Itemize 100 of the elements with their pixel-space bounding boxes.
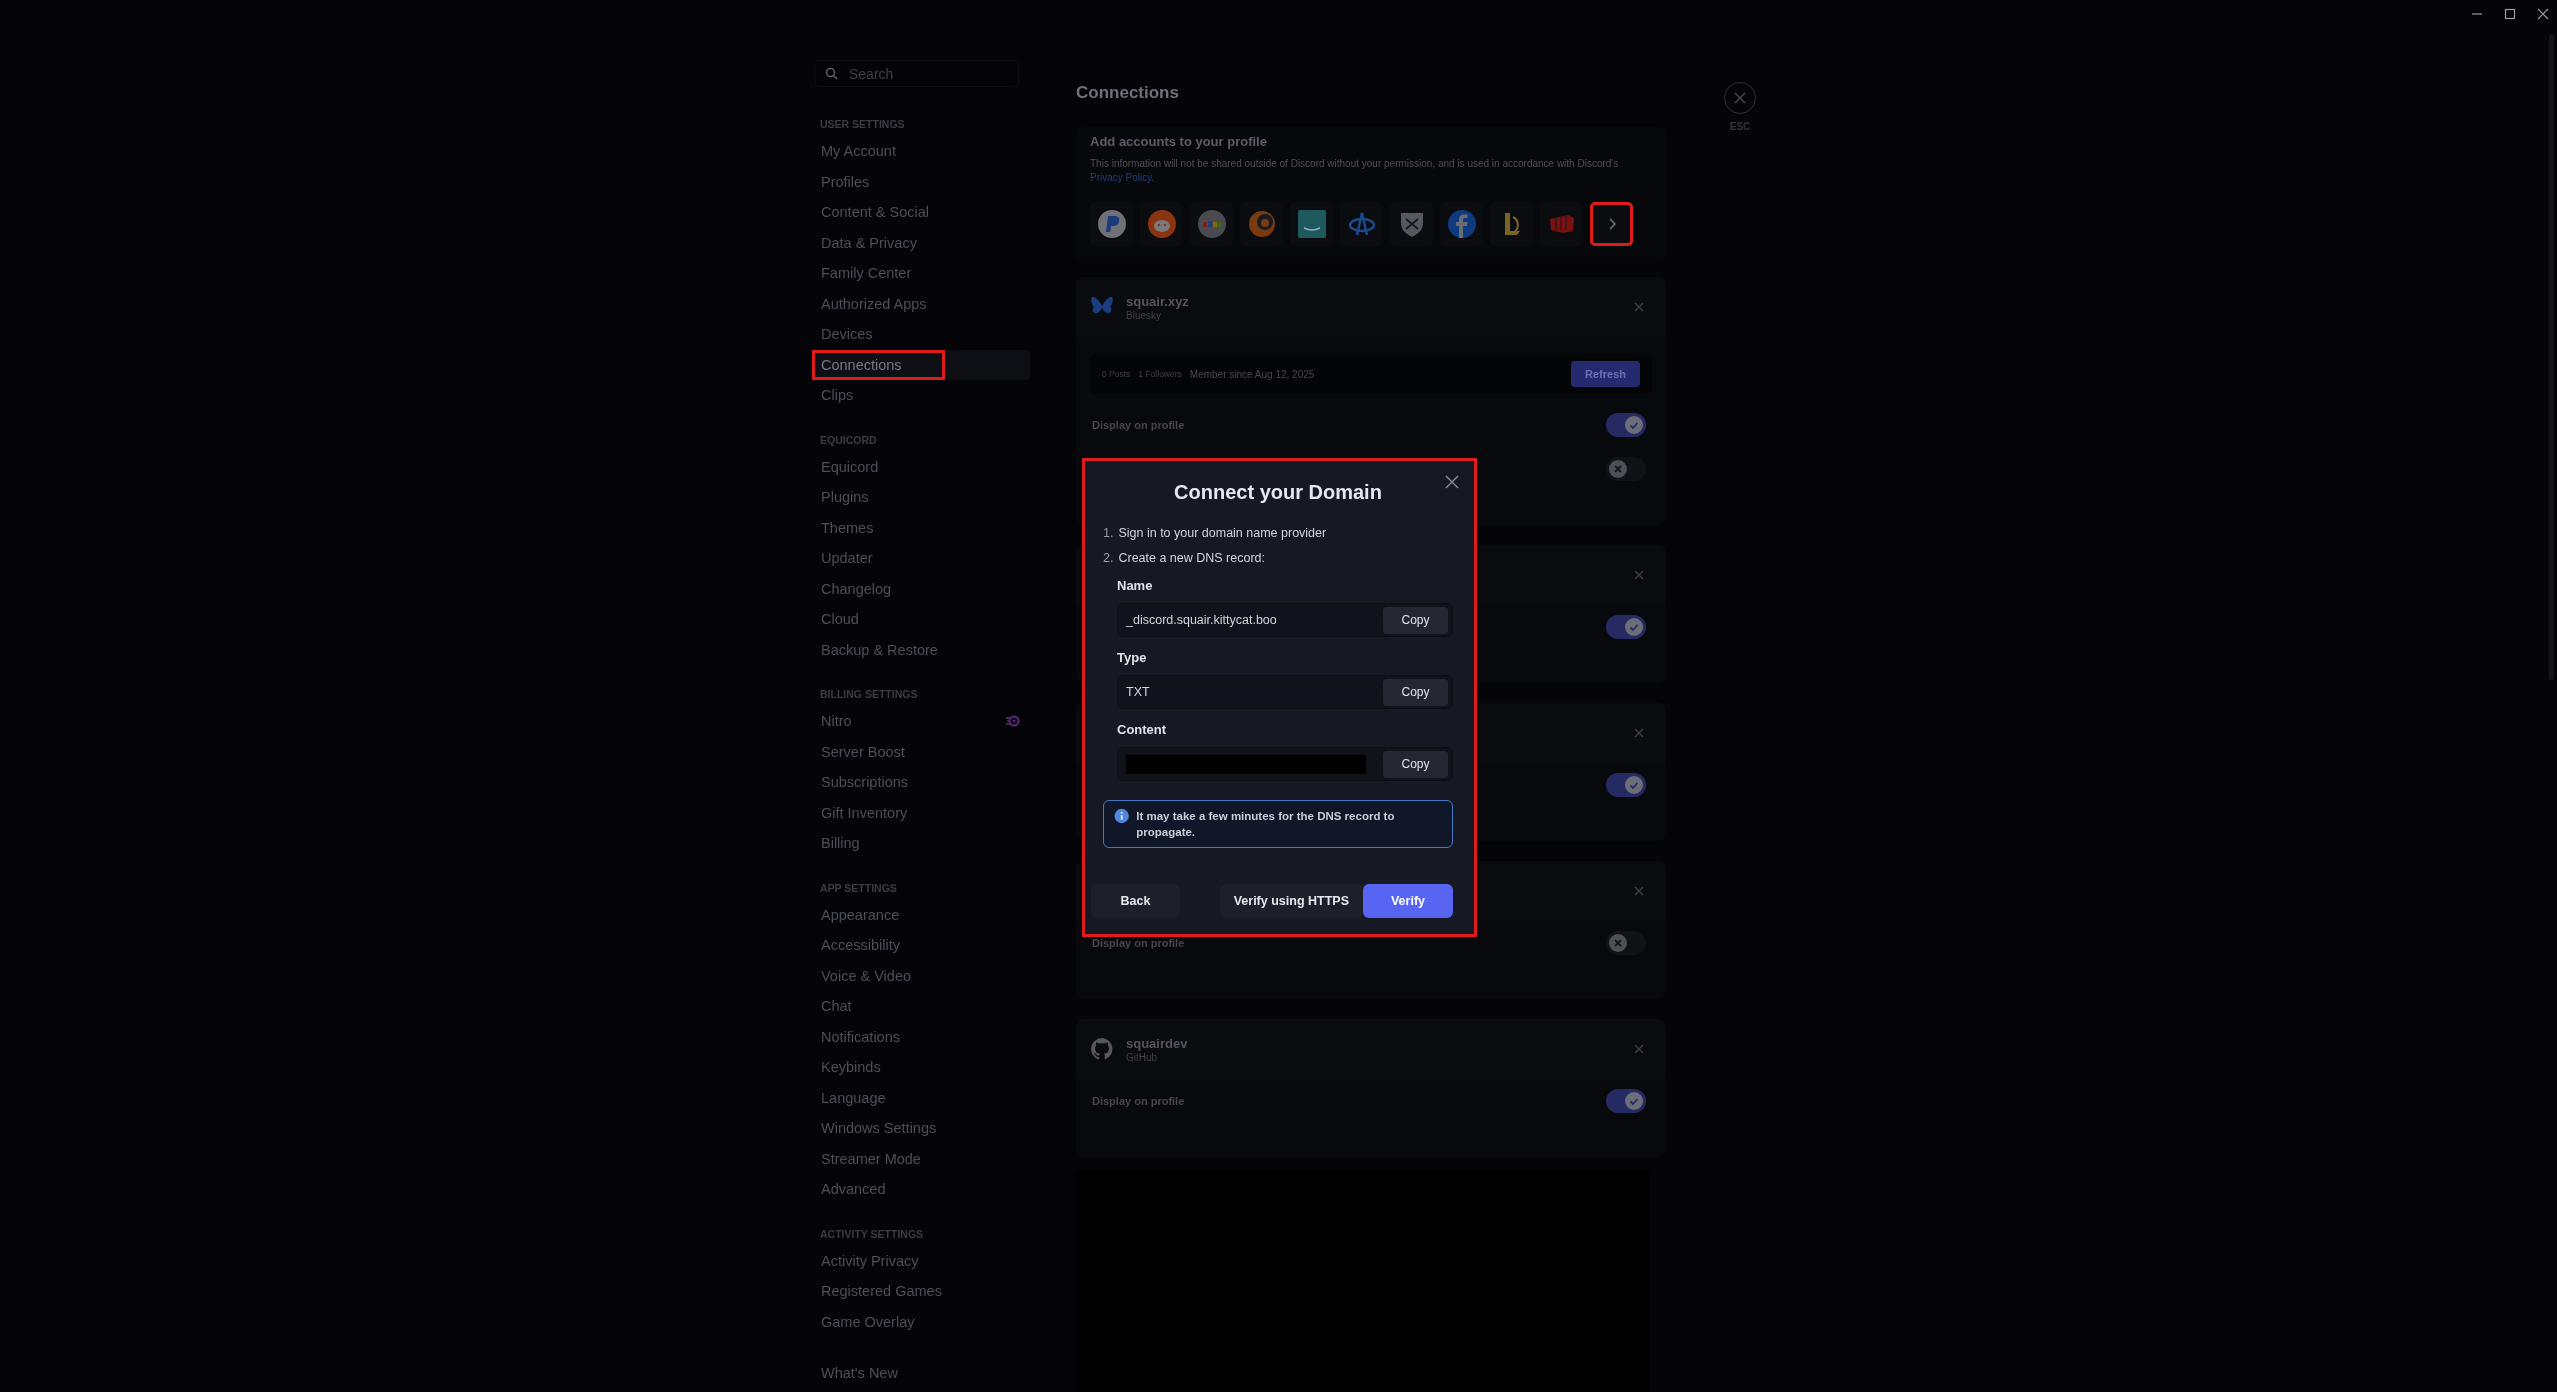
copy-button[interactable]: Copy [1383,678,1448,706]
sidebar-item[interactable]: Data & Privacy [815,227,1030,258]
service-button[interactable] [1290,202,1333,246]
record-field[interactable]: _discord.squair.kittycat.boo Copy [1117,603,1453,637]
field-label: Type [1117,649,1148,667]
sidebar-item[interactable]: Subscriptions [815,767,1030,798]
service-button[interactable] [1090,202,1133,246]
field-label: Name [1117,577,1154,595]
page-title: Connections [1076,82,1180,104]
sidebar-item[interactable]: Changelog [815,573,1030,604]
step-number: 2. [1103,550,1114,567]
sidebar-item[interactable]: Content & Social [815,197,1030,228]
sidebar-item[interactable]: Registered Games [815,1276,1030,1307]
toggle-label: Display on profile [1092,1095,1186,1107]
more-button[interactable] [1590,202,1633,246]
step-text: Create a new DNS record: [1118,550,1266,567]
dialog-button[interactable]: Verify using HTTPS [1219,884,1363,918]
section-heading: BILLING SETTINGS [820,687,919,702]
field-value: TXT [1126,685,1151,699]
service-logo-icon [1296,209,1327,239]
sidebar-item[interactable]: Backup & Restore [815,634,1030,665]
toggle-label: Display on profile [1092,419,1186,431]
sidebar-item[interactable]: Streamer Mode [815,1143,1030,1174]
toggle-switch[interactable] [1606,773,1646,797]
cat-silhouette-icon [1090,1037,1114,1061]
sidebar-item[interactable]: Chat [815,991,1030,1022]
sidebar-item[interactable]: Game Overlay [815,1306,1030,1337]
refresh-button[interactable]: Refresh [1571,361,1640,387]
maximize-icon[interactable] [2504,8,2516,20]
close-icon[interactable] [1445,475,1459,489]
service-name: GitHub [1126,1051,1159,1063]
copy-button[interactable]: Copy [1383,750,1448,778]
sidebar-item[interactable]: Equicord [815,451,1030,482]
section-heading: ACTIVITY SETTINGS [820,1226,925,1242]
sidebar-item[interactable]: Connections [815,349,1030,380]
sidebar-item[interactable]: Language [815,1082,1030,1113]
sidebar-item[interactable]: Themes [815,512,1030,543]
section-heading: USER SETTINGS [820,117,906,132]
sidebar-item[interactable]: What's New [815,1358,1030,1389]
service-logo-icon [1246,209,1277,239]
toggle-switch[interactable] [1606,1089,1646,1113]
sidebar-item[interactable]: Activity Privacy [815,1245,1030,1276]
sidebar-item[interactable]: Authorized Apps [815,288,1030,319]
service-logo-icon [1196,209,1227,239]
toggle-switch[interactable] [1606,931,1646,955]
sidebar-item[interactable]: Billing [815,828,1030,859]
service-button[interactable] [1440,202,1483,246]
sidebar-item[interactable]: Advanced [815,1174,1030,1205]
record-field[interactable]: Copy [1117,747,1453,781]
service-button[interactable] [1190,202,1233,246]
sidebar-item[interactable]: Cloud [815,604,1030,635]
sidebar-item[interactable]: Profiles [815,166,1030,197]
sidebar-item[interactable]: Clips [815,380,1030,411]
sidebar-item[interactable]: Devices [815,319,1030,350]
dialog-button[interactable]: Verify [1363,884,1453,918]
search-field[interactable]: Search [815,60,1019,87]
sidebar-item[interactable]: Family Center [815,258,1030,289]
service-button[interactable] [1390,202,1433,246]
sidebar-item[interactable]: Accessibility [815,930,1030,961]
close-icon[interactable] [2537,8,2549,20]
sidebar-item[interactable]: Voice & Video [815,960,1030,991]
dialog-title: Connect your Domain [1173,480,1383,505]
step-number: 1. [1103,525,1114,542]
sidebar-item[interactable]: Windows Settings [815,1113,1030,1144]
sidebar-item[interactable]: Plugins [815,482,1030,513]
toggle-switch[interactable] [1606,457,1646,481]
info-icon [1114,808,1130,824]
x-icon [1612,937,1624,949]
sidebar-item[interactable]: My Account [815,136,1030,167]
toggle-switch[interactable] [1606,413,1646,437]
record-field[interactable]: TXT Copy [1117,675,1453,709]
notice-text: It may take a few minutes for the DNS record to propagate. [1136,809,1396,840]
toggle-label: Display on profile [1092,937,1186,949]
sidebar-item[interactable]: Keybinds [815,1052,1030,1083]
privacy-policy-link[interactable]: Privacy Policy [1090,172,1152,183]
description-text: This information will not be shared outside of Discord without your permission, and is used in accordance with Discord's Privacy Policy. [1090,157,1620,185]
account-name: squair.xyz [1126,293,1189,309]
service-logo-icon [1146,209,1177,239]
sidebar-item[interactable]: Notifications [815,1021,1030,1052]
sidebar-item[interactable]: Server Boost [815,736,1030,767]
section-heading: APP SETTINGS [820,880,898,896]
sidebar-item[interactable]: Appearance [815,899,1030,930]
service-logo-icon [1096,209,1127,239]
service-button[interactable] [1340,202,1383,246]
service-button[interactable] [1140,202,1183,246]
field-value: _discord.squair.kittycat.boo [1126,613,1278,627]
dialog-button[interactable]: Back [1091,884,1180,918]
x-icon [1612,463,1624,475]
sidebar-item[interactable]: Nitro [815,706,1030,737]
service-button[interactable] [1490,202,1533,246]
step-text: Sign in to your domain name provider [1118,525,1327,542]
toggle-switch[interactable] [1606,615,1646,639]
service-button[interactable] [1240,202,1283,246]
service-logo-icon [1446,209,1477,239]
copy-button[interactable]: Copy [1383,606,1448,634]
close-icon [1734,92,1746,104]
sidebar-item[interactable]: Gift Inventory [815,797,1030,828]
section-heading: EQUICORD [820,432,878,448]
field-label: Content [1117,721,1168,739]
sidebar-item[interactable]: Updater [815,543,1030,574]
